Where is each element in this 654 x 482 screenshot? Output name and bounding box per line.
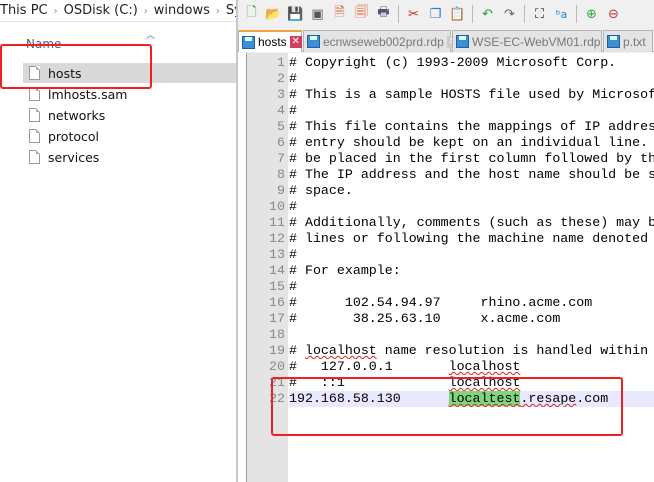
saved-file-icon (307, 35, 320, 48)
chevron-right-icon: › (53, 6, 58, 17)
paste-icon[interactable]: 📋 (448, 5, 467, 24)
close-tab-icon[interactable]: ✕ (289, 36, 302, 48)
find-icon[interactable]: ⛶ (530, 5, 549, 24)
line-number: 6 (277, 135, 285, 150)
code-line: # For example: (289, 263, 401, 278)
toolbar-separator (524, 5, 525, 23)
print-icon[interactable]: 🖶 (374, 5, 393, 24)
toolbar: 🗋 📂 💾 ▣ 🗎 🗐 🖶 ✂ ❐ 📋 ↶ ↷ ⛶ ᵇa ⊕ ⊖ (238, 0, 654, 28)
text-editor[interactable]: 1 2 3 4 5 6 7 8 9 10 11 12 13 14 15 16 17 18 19 20 21 22 # Co… (238, 53, 654, 482)
line-number: 8 (277, 167, 285, 182)
code-line: # be placed in the first column followed… (289, 151, 654, 166)
file-explorer-pane: This PC›OSDisk (C:)›windows›System32 ︿ N… (0, 0, 237, 482)
code-line: # Copyright (c) 1993-2009 Microsoft Corp… (289, 55, 617, 70)
tab-hosts[interactable]: hosts ✕ (238, 30, 302, 52)
file-name: services (48, 149, 100, 165)
tab-label: hosts (258, 35, 287, 49)
replace-icon[interactable]: ᵇa (552, 5, 571, 24)
tab-label: WSE-EC-WebVM01.rdp (472, 34, 601, 49)
code-line: # lines or following the machine name de… (289, 231, 649, 246)
line-number: 17 (269, 311, 285, 326)
code-line: # This file contains the mappings of IP … (289, 119, 654, 134)
chevron-right-icon: › (143, 6, 148, 17)
line-number: 20 (269, 359, 285, 374)
zoom-in-icon[interactable]: ⊕ (582, 5, 601, 24)
line-number: 5 (277, 119, 285, 134)
copy-icon[interactable]: ❐ (426, 5, 445, 24)
line-number: 10 (269, 199, 285, 214)
breadcrumb[interactable]: This PC›OSDisk (C:)›windows›System32 (0, 0, 237, 22)
tab-label: ecnwseweb002prd.rdp (323, 34, 444, 49)
code-line: # (289, 199, 297, 214)
saved-file-icon (242, 35, 255, 49)
annotation-box-new-entry (271, 377, 623, 436)
code-line: # (289, 103, 297, 118)
toolbar-separator (576, 5, 577, 23)
tab-label: p.txt (623, 34, 646, 49)
line-number: 7 (277, 151, 285, 166)
line-number: 11 (269, 215, 285, 230)
code-line: # space. (289, 183, 353, 198)
toolbar-separator (398, 5, 399, 23)
saved-file-icon (456, 35, 469, 48)
line-number: 12 (269, 231, 285, 246)
notepad-plus-plus-window: 🗋 📂 💾 ▣ 🗎 🗐 🖶 ✂ ❐ 📋 ↶ ↷ ⛶ ᵇa ⊕ ⊖ hosts ✕ … (238, 0, 654, 482)
code-line: # entry should be kept on an individual … (289, 135, 649, 150)
tab-wse-ec-webvm01[interactable]: WSE-EC-WebVM01.rdp✕ (452, 30, 616, 52)
code-line: # Additionally, comments (such as these)… (289, 215, 654, 230)
new-file-icon[interactable]: 🗋 (242, 5, 261, 24)
line-number: 15 (269, 279, 285, 294)
redo-icon[interactable]: ↷ (500, 5, 519, 24)
line-number: 4 (277, 103, 285, 118)
line-number: 2 (277, 71, 285, 86)
code-line: # 127.0.0.1 localhost (289, 359, 521, 374)
line-number: 19 (269, 343, 285, 358)
file-name: protocol (48, 128, 99, 144)
open-folder-icon[interactable]: 📂 (264, 5, 283, 24)
chevron-right-icon: › (215, 6, 220, 17)
code-line: # localhost name resolution is handled w… (289, 343, 649, 358)
undo-icon[interactable]: ↶ (478, 5, 497, 24)
file-icon (29, 87, 40, 101)
save-all-icon[interactable]: ▣ (308, 5, 327, 24)
code-line: # This is a sample HOSTS file used by Mi… (289, 87, 654, 102)
toolbar-separator (472, 5, 473, 23)
file-icon (29, 129, 40, 143)
breadcrumb-osdisk[interactable]: OSDisk (C:) (64, 3, 138, 18)
code-line: # (289, 71, 297, 86)
code-line: # The IP address and the host name shoul… (289, 167, 654, 182)
saved-file-icon (607, 35, 620, 48)
line-number: 13 (269, 247, 285, 262)
line-number: 9 (277, 183, 285, 198)
file-icon (29, 108, 40, 122)
sort-ascending-icon: ︿ (146, 31, 156, 41)
save-icon[interactable]: 💾 (286, 5, 305, 24)
code-line: # (289, 247, 297, 262)
line-number: 18 (269, 327, 285, 342)
file-item-services[interactable]: services (23, 147, 237, 167)
code-line: # 102.54.94.97 rhino.acme.com # source s… (289, 295, 593, 310)
tab-ecnwseweb002prd[interactable]: ecnwseweb002prd.rdp✕ (303, 30, 459, 52)
file-item-networks[interactable]: networks (23, 105, 237, 125)
zoom-out-icon[interactable]: ⊖ (604, 5, 623, 24)
breadcrumb-windows[interactable]: windows (154, 3, 210, 18)
file-icon (29, 150, 40, 164)
close-all-icon[interactable]: 🗐 (352, 5, 371, 24)
line-number: 3 (277, 87, 285, 102)
code-line: # (289, 279, 297, 294)
line-number: 16 (269, 295, 285, 310)
line-number: 14 (269, 263, 285, 278)
cut-icon[interactable]: ✂ (404, 5, 423, 24)
tab-p-txt[interactable]: p.txt (603, 30, 653, 52)
tab-bar: hosts✕ ecnwseweb002prd.rdp✕ WSE-EC-WebVM… (238, 30, 654, 52)
line-number: 1 (277, 55, 285, 70)
annotation-box-hosts (0, 44, 152, 89)
file-item-protocol[interactable]: protocol (23, 126, 237, 146)
code-line: # 38.25.63.10 x.acme.com # x client host (289, 311, 561, 326)
file-name: networks (48, 107, 106, 123)
close-file-icon[interactable]: 🗎 (330, 5, 349, 24)
breadcrumb-this-pc[interactable]: This PC (0, 3, 48, 18)
